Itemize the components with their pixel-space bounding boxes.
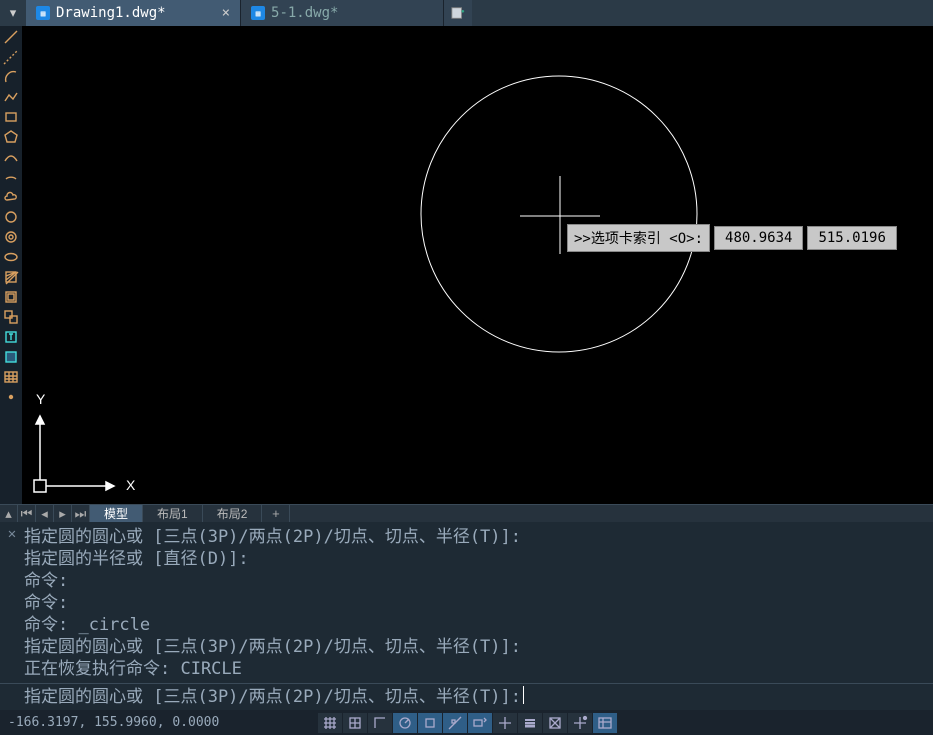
new-file-tab-button[interactable]	[444, 0, 472, 26]
ucs-icon: X Y	[34, 391, 136, 493]
status-bar: -166.3197, 155.9960, 0.0000	[0, 710, 933, 735]
status-toggle-group	[318, 713, 617, 733]
circle-tool-icon[interactable]	[1, 208, 21, 226]
ellipse-tool-icon[interactable]	[1, 248, 21, 266]
transparency-toggle-icon[interactable]	[543, 713, 567, 733]
drawn-circle	[421, 76, 697, 352]
ortho-toggle-icon[interactable]	[368, 713, 392, 733]
dwg-file-icon: ▦	[251, 6, 265, 20]
insert-block-tool-icon[interactable]	[1, 348, 21, 366]
layout-next-icon[interactable]: ▸	[54, 505, 72, 522]
file-tab-label: 5-1.dwg*	[271, 5, 338, 21]
model-toggle-icon[interactable]	[593, 713, 617, 733]
canvas-scene: X Y	[22, 26, 933, 504]
command-history-line: 指定圆的半径或 [直径(D)]:	[24, 548, 929, 570]
command-history-line: 指定圆的圆心或 [三点(3P)/两点(2P)/切点、切点、半径(T)]:	[24, 636, 929, 658]
polar-toggle-icon[interactable]	[393, 713, 417, 733]
close-tab-icon[interactable]: ×	[222, 5, 230, 21]
dynamic-input-y: 515.0196	[807, 226, 896, 250]
grid-toggle-icon[interactable]	[318, 713, 342, 733]
arc-tool-icon[interactable]	[1, 68, 21, 86]
layout-last-icon[interactable]: ⏭	[72, 505, 90, 522]
command-history-line: 指定圆的圆心或 [三点(3P)/两点(2P)/切点、切点、半径(T)]:	[24, 526, 929, 548]
donut-tool-icon[interactable]	[1, 228, 21, 246]
layout-first-icon[interactable]: ⏮	[18, 505, 36, 522]
snap-cursor-toggle-icon[interactable]	[493, 713, 517, 733]
layout-tab-layout2[interactable]: 布局2	[203, 505, 263, 522]
layout-up-icon[interactable]: ▴	[0, 505, 18, 522]
cursor-coordinates[interactable]: -166.3197, 155.9960, 0.0000	[8, 715, 308, 730]
point-tool-icon[interactable]	[1, 388, 21, 406]
layout-tab-model[interactable]: 模型	[90, 505, 143, 522]
text-caret	[523, 686, 524, 704]
dynamic-input-tooltip: >>选项卡索引 <O>: 480.9634 515.0196	[567, 224, 897, 252]
close-command-panel-icon[interactable]: ✕	[4, 526, 20, 542]
selection-cycling-toggle-icon[interactable]	[568, 713, 592, 733]
dynamic-input-prompt[interactable]: >>选项卡索引 <O>:	[567, 224, 710, 252]
text-tool-icon[interactable]	[1, 328, 21, 346]
command-history-line: 命令:	[24, 570, 929, 592]
spline-tool-icon[interactable]	[1, 148, 21, 166]
file-tab-active[interactable]: ▦ Drawing1.dwg* ×	[26, 0, 241, 26]
osnap-toggle-icon[interactable]	[418, 713, 442, 733]
ellipse-arc-tool-icon[interactable]	[1, 168, 21, 186]
construction-line-tool-icon[interactable]	[1, 48, 21, 66]
lineweight-toggle-icon[interactable]	[518, 713, 542, 733]
dynamic-input-toggle-icon[interactable]	[468, 713, 492, 733]
file-tab-label: Drawing1.dwg*	[56, 5, 166, 21]
file-tab-strip: ▾ ▦ Drawing1.dwg* × ▦ 5-1.dwg* ×	[0, 0, 933, 26]
layout-add-button[interactable]: +	[262, 505, 290, 522]
layout-tab-strip: ▴ ⏮ ◂ ▸ ⏭ 模型 布局1 布局2 +	[0, 504, 933, 522]
command-prompt-text: 指定圆的圆心或 [三点(3P)/两点(2P)/切点、切点、半径(T)]:	[24, 686, 521, 708]
boundary-tool-icon[interactable]	[1, 288, 21, 306]
command-history[interactable]: 指定圆的圆心或 [三点(3P)/两点(2P)/切点、切点、半径(T)]: 指定圆…	[0, 522, 933, 683]
polyline-tool-icon[interactable]	[1, 88, 21, 106]
ucs-y-label: Y	[36, 391, 46, 407]
command-panel: ✕ 指定圆的圆心或 [三点(3P)/两点(2P)/切点、切点、半径(T)]: 指…	[0, 522, 933, 710]
otrack-toggle-icon[interactable]	[443, 713, 467, 733]
tab-list-dropdown[interactable]: ▾	[0, 0, 26, 26]
table-tool-icon[interactable]	[1, 368, 21, 386]
layout-tab-layout1[interactable]: 布局1	[143, 505, 203, 522]
ucs-x-label: X	[126, 477, 136, 493]
drawing-canvas[interactable]: X Y >>选项卡索引 <O>: 480.9634 515.0196	[22, 26, 933, 504]
command-input[interactable]: 指定圆的圆心或 [三点(3P)/两点(2P)/切点、切点、半径(T)]:	[0, 683, 933, 710]
hatch-tool-icon[interactable]	[1, 268, 21, 286]
snap-toggle-icon[interactable]	[343, 713, 367, 733]
layout-prev-icon[interactable]: ◂	[36, 505, 54, 522]
block-tool-icon[interactable]	[1, 308, 21, 326]
command-history-line: 命令:	[24, 592, 929, 614]
dwg-file-icon: ▦	[36, 6, 50, 20]
file-tab-inactive[interactable]: ▦ 5-1.dwg* ×	[241, 0, 444, 26]
rectangle-tool-icon[interactable]	[1, 108, 21, 126]
polygon-tool-icon[interactable]	[1, 128, 21, 146]
command-history-line: 命令: _circle	[24, 614, 929, 636]
draw-toolbar	[0, 26, 22, 511]
dynamic-input-x: 480.9634	[714, 226, 803, 250]
revision-cloud-tool-icon[interactable]	[1, 188, 21, 206]
line-tool-icon[interactable]	[1, 28, 21, 46]
command-history-line: 正在恢复执行命令: CIRCLE	[24, 658, 929, 680]
